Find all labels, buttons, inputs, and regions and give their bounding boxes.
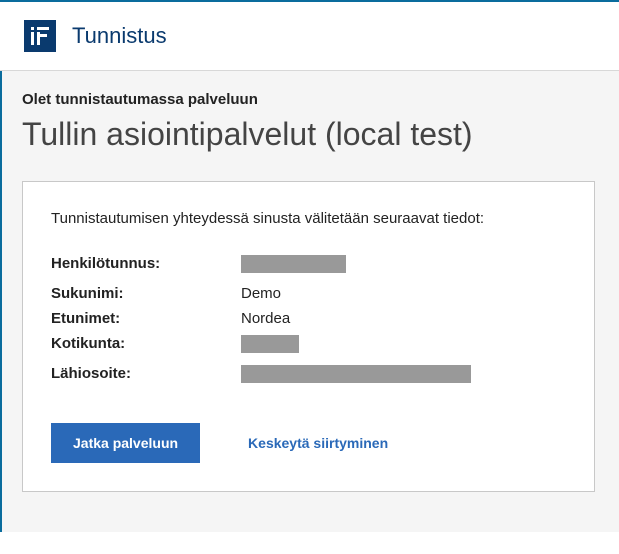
row-kotikunta: Kotikunta: — [51, 335, 566, 357]
label-etunimet: Etunimet: — [51, 310, 241, 327]
info-table: Henkilötunnus: Sukunimi: Demo Etunimet: … — [51, 255, 566, 387]
value-kotikunta — [241, 335, 299, 357]
logo-icon — [24, 20, 56, 52]
button-row: Jatka palveluun Keskeytä siirtyminen — [51, 423, 566, 463]
brand-name: Tunnistus — [72, 23, 167, 49]
main-content: Olet tunnistautumassa palveluun Tullin a… — [0, 71, 619, 532]
value-etunimet: Nordea — [241, 310, 290, 327]
row-etunimet: Etunimet: Nordea — [51, 310, 566, 327]
intro-text: Olet tunnistautumassa palveluun — [22, 91, 595, 108]
header: Tunnistus — [0, 0, 619, 71]
cancel-link[interactable]: Keskeytä siirtyminen — [248, 435, 388, 451]
redacted-block — [241, 365, 471, 383]
redacted-block — [241, 255, 346, 273]
row-henkilotunnus: Henkilötunnus: — [51, 255, 566, 277]
redacted-block — [241, 335, 299, 353]
value-henkilotunnus — [241, 255, 346, 277]
label-lahiosoite: Lähiosoite: — [51, 365, 241, 387]
value-lahiosoite — [241, 365, 471, 387]
label-kotikunta: Kotikunta: — [51, 335, 241, 357]
row-lahiosoite: Lähiosoite: — [51, 365, 566, 387]
label-sukunimi: Sukunimi: — [51, 285, 241, 302]
row-sukunimi: Sukunimi: Demo — [51, 285, 566, 302]
value-sukunimi: Demo — [241, 285, 281, 302]
info-description: Tunnistautumisen yhteydessä sinusta väli… — [51, 210, 566, 227]
page-title: Tullin asiointipalvelut (local test) — [22, 116, 595, 153]
continue-button[interactable]: Jatka palveluun — [51, 423, 200, 463]
label-henkilotunnus: Henkilötunnus: — [51, 255, 241, 277]
info-card: Tunnistautumisen yhteydessä sinusta väli… — [22, 181, 595, 492]
